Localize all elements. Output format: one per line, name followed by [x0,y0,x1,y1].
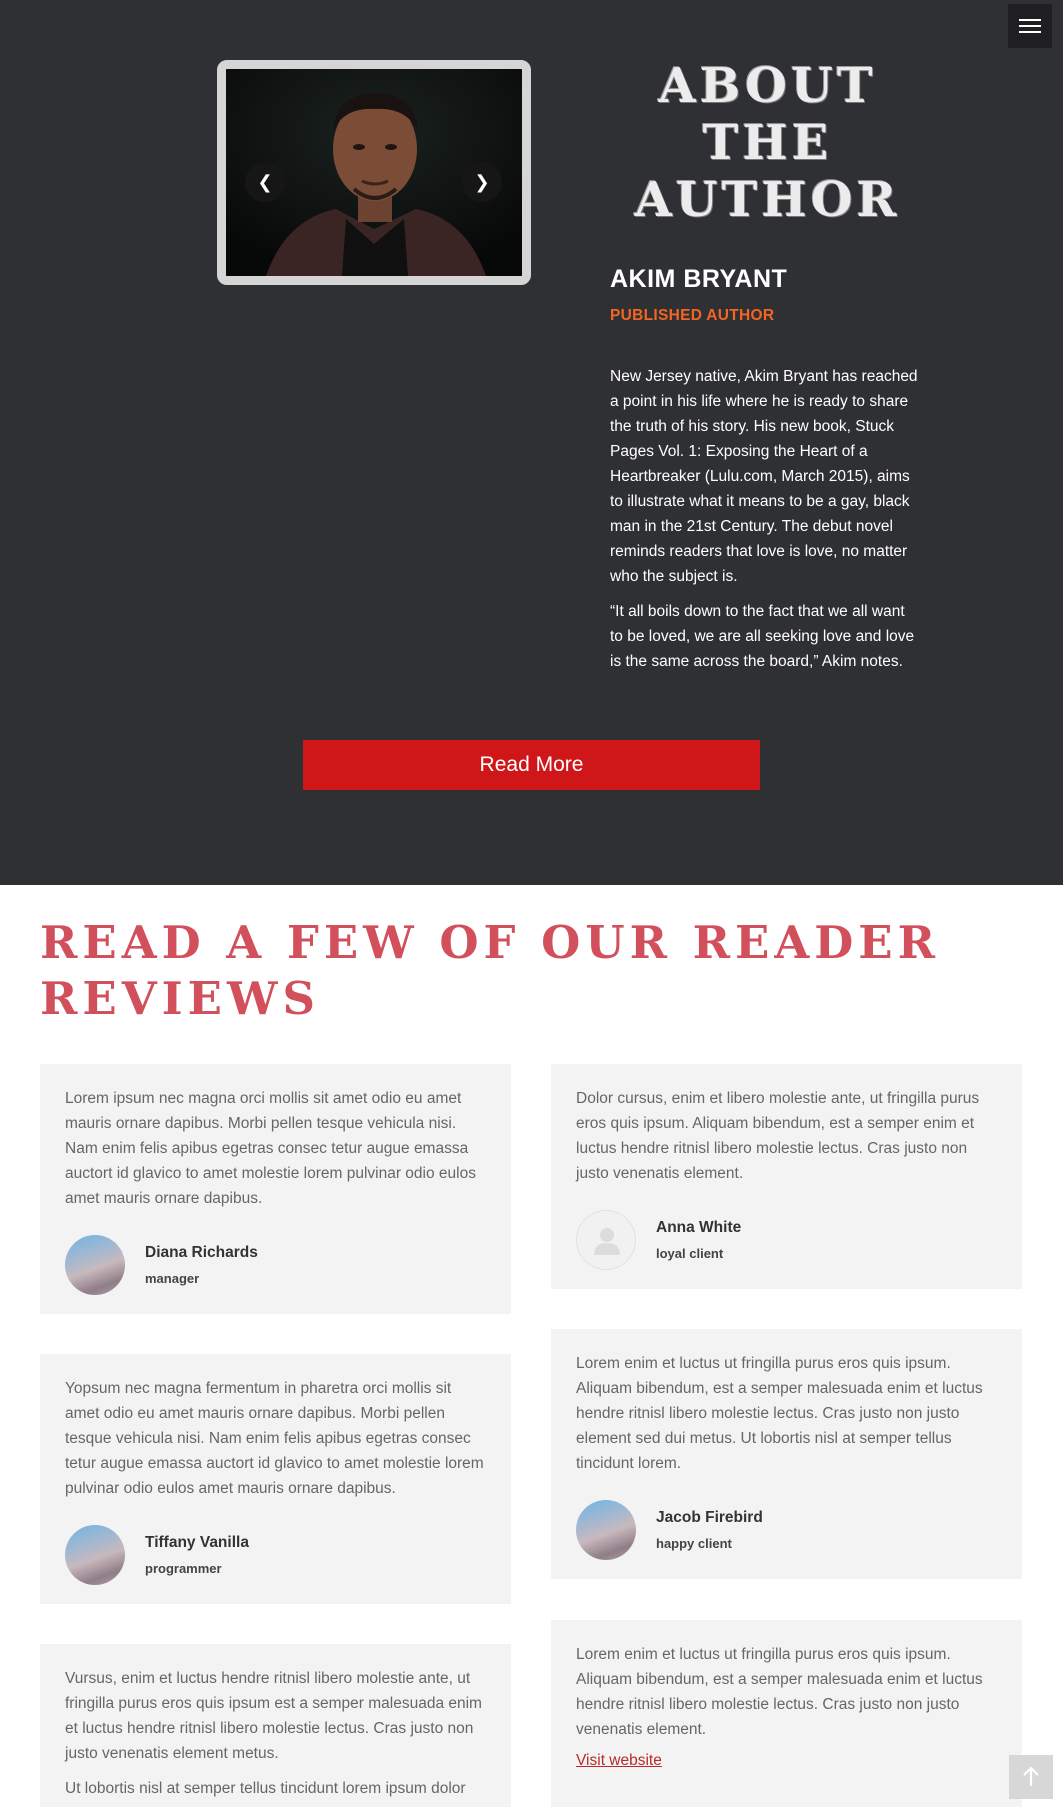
review-card: Lorem enim et luctus ut fringilla purus … [551,1329,1022,1579]
reviewer-role: happy client [656,1536,732,1551]
read-more-button[interactable]: Read More [303,740,760,790]
reviewer-role: loyal client [656,1246,724,1261]
review-text: Ut lobortis nisl at semper tellus tincid… [65,1780,466,1797]
review-card: Lorem ipsum nec magna orci mollis sit am… [40,1064,511,1314]
about-section: ❮ ❯ ABOUT THE AUTHOR AKIM BRYANT PUBLISH… [0,0,1063,885]
review-text: Lorem ipsum nec magna orci mollis sit am… [65,1090,476,1207]
author-bio: New Jersey native, Akim Bryant has reach… [610,364,920,674]
review-card: Yopsum nec magna fermentum in pharetra o… [40,1354,511,1604]
arrow-up-icon[interactable] [1009,1755,1053,1799]
reviewer: Jacob Firebird happy client [576,1500,997,1560]
reviewer-name: Diana Richards [145,1244,258,1261]
chevron-left-icon[interactable]: ❮ [245,162,285,202]
review-text: Vursus, enim et luctus hendre ritnisl li… [65,1670,482,1762]
avatar-placeholder-icon [576,1210,636,1270]
reviewer-role: manager [145,1271,200,1286]
bio-quote: “It all boils down to the fact that we a… [610,603,915,670]
reviewer: Anna White loyal client [576,1210,997,1270]
avatar [65,1235,125,1295]
review-text: Lorem enim et luctus ut fringilla purus … [576,1355,983,1472]
reviewer: Diana Richards manager [65,1235,486,1295]
hamburger-menu-icon[interactable] [1008,4,1052,48]
avatar [576,1500,636,1560]
review-card: Vursus, enim et luctus hendre ritnisl li… [40,1644,511,1807]
review-card: Lorem enim et luctus ut fringilla purus … [551,1620,1022,1807]
author-role: PUBLISHED AUTHOR [610,307,775,324]
reviewer-role: programmer [145,1561,222,1576]
about-title: ABOUT THE AUTHOR [634,58,901,228]
bio-paragraph: New Jersey native, Akim Bryant has reach… [610,368,918,585]
chevron-right-icon[interactable]: ❯ [462,162,502,202]
reviewer-name: Jacob Firebird [656,1509,763,1526]
review-text: Lorem enim et luctus ut fringilla purus … [576,1646,983,1738]
reviews-title: READ A FEW OF OUR READER REVIEWS [40,916,940,1025]
visit-website-link[interactable]: Visit website [576,1752,662,1770]
reviewer-name: Anna White [656,1219,742,1236]
reviewer: Tiffany Vanilla programmer [65,1525,486,1585]
author-name: AKIM BRYANT [610,265,788,293]
author-photo-slider[interactable]: ❮ ❯ [217,60,531,285]
reviewer-name: Tiffany Vanilla [145,1534,249,1551]
review-text: Dolor cursus, enim et libero molestie an… [576,1090,980,1182]
review-card: Dolor cursus, enim et libero molestie an… [551,1064,1022,1289]
review-text: Yopsum nec magna fermentum in pharetra o… [65,1380,484,1497]
avatar [65,1525,125,1585]
